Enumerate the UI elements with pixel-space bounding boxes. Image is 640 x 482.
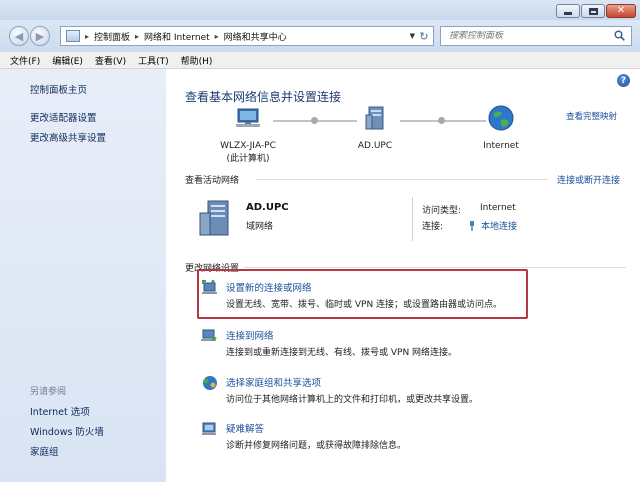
- breadcrumb-separator[interactable]: ▸: [135, 32, 139, 41]
- menu-view[interactable]: 查看(V): [95, 54, 126, 67]
- network-connection-icon: [470, 220, 474, 231]
- section-divider: [256, 179, 548, 180]
- active-networks-heading: 查看活动网络: [185, 176, 240, 186]
- change-advanced-sharing-link[interactable]: 更改高级共享设置: [30, 130, 106, 144]
- connect-network-desc: 连接到或重新连接到无线、有线、拨号或 VPN 网络连接。: [226, 348, 458, 358]
- forward-button[interactable]: ▶: [30, 26, 50, 46]
- map-node-network[interactable]: AD.UPC: [330, 103, 420, 151]
- control-panel-icon: [66, 30, 80, 42]
- section-divider: [244, 267, 626, 268]
- access-type-value: Internet: [480, 203, 516, 213]
- internet-label: Internet: [483, 141, 519, 151]
- control-panel-home-link[interactable]: 控制面板主页: [30, 82, 87, 96]
- title-bar: ✕: [0, 0, 640, 20]
- left-pane: 控制面板主页 更改适配器设置 更改高级共享设置 另请参阅 Internet 选项…: [0, 69, 166, 482]
- refresh-button[interactable]: ↻: [414, 26, 434, 46]
- active-network-name: AD.UPC: [246, 202, 289, 213]
- domain-network-icon: [199, 200, 229, 236]
- menu-edit[interactable]: 编辑(E): [52, 54, 83, 67]
- breadcrumb-control-panel[interactable]: 控制面板: [94, 30, 130, 43]
- troubleshoot-icon: [202, 422, 216, 435]
- highlight-annotation-box: [197, 269, 528, 319]
- troubleshoot-link[interactable]: 疑难解答: [226, 421, 264, 435]
- computer-icon: [236, 108, 260, 127]
- address-bar[interactable]: ▸ 控制面板 ▸ 网络和 Internet ▸ 网络和共享中心 ▼: [60, 26, 434, 46]
- maximize-icon: [588, 7, 598, 15]
- network-name: AD.UPC: [357, 141, 393, 151]
- connection-dot: [311, 117, 318, 124]
- local-connection-label: 本地连接: [481, 222, 518, 232]
- close-button[interactable]: ✕: [606, 4, 636, 18]
- connect-network-link[interactable]: 连接到网络: [226, 328, 274, 342]
- see-also-heading: 另请参阅: [30, 387, 67, 397]
- troubleshoot-desc: 诊断并修复网络问题，或获得故障排除信息。: [226, 441, 407, 451]
- breadcrumb-separator[interactable]: ▸: [215, 32, 219, 41]
- internet-options-link[interactable]: Internet 选项: [30, 404, 90, 418]
- close-icon: ✕: [616, 5, 626, 16]
- connect-network-icon: [201, 329, 217, 341]
- menu-tools[interactable]: 工具(T): [138, 54, 169, 67]
- computer-name: WLZX-JIA-PC: [220, 141, 276, 151]
- homegroup-icon: [203, 376, 217, 390]
- access-type-label: 访问类型:: [422, 206, 462, 216]
- back-button[interactable]: ◀: [9, 26, 29, 46]
- search-input[interactable]: [449, 31, 609, 41]
- connection-dot: [438, 117, 445, 124]
- refresh-icon: ↻: [419, 29, 429, 43]
- minimize-icon: [564, 11, 572, 15]
- search-icon[interactable]: [614, 30, 625, 41]
- back-arrow-icon: ◀: [14, 29, 24, 43]
- menu-file[interactable]: 文件(F): [10, 54, 40, 67]
- search-box[interactable]: [440, 26, 632, 46]
- view-full-map-link[interactable]: 查看完整映射: [566, 110, 617, 122]
- computer-sub: (此计算机): [226, 154, 270, 164]
- homegroup-sharing-link[interactable]: 选择家庭组和共享选项: [226, 375, 321, 389]
- connect-disconnect-link[interactable]: 连接或断开连接: [557, 173, 620, 186]
- main-pane: ? 查看基本网络信息并设置连接 查看完整映射 WLZX-JIA-PC (此计算机…: [166, 69, 640, 482]
- local-connection-link[interactable]: 本地连接: [468, 219, 517, 232]
- connections-label: 连接:: [422, 222, 444, 232]
- navigation-bar: ◀ ▶ ▸ 控制面板 ▸ 网络和 Internet ▸ 网络和共享中心 ▼ ↻: [0, 20, 640, 52]
- info-divider: [412, 197, 413, 241]
- maximize-button[interactable]: [581, 4, 605, 18]
- map-node-internet[interactable]: Internet: [456, 103, 546, 151]
- globe-icon: [488, 105, 514, 131]
- domain-network-icon: [365, 106, 384, 130]
- breadcrumb-network-sharing-center[interactable]: 网络和共享中心: [224, 30, 287, 43]
- help-icon[interactable]: ?: [617, 74, 630, 87]
- menu-bar: 文件(F) 编辑(E) 查看(V) 工具(T) 帮助(H): [0, 52, 640, 69]
- windows-firewall-link[interactable]: Windows 防火墙: [30, 424, 104, 438]
- forward-arrow-icon: ▶: [35, 29, 45, 43]
- active-network-type[interactable]: 域网络: [246, 219, 273, 232]
- minimize-button[interactable]: [556, 4, 580, 18]
- breadcrumb-network-internet[interactable]: 网络和 Internet: [144, 30, 210, 43]
- homegroup-sharing-desc: 访问位于其他网络计算机上的文件和打印机，或更改共享设置。: [226, 395, 479, 405]
- homegroup-link[interactable]: 家庭组: [30, 444, 59, 458]
- breadcrumb-separator[interactable]: ▸: [85, 32, 89, 41]
- menu-help[interactable]: 帮助(H): [181, 54, 213, 67]
- change-adapter-settings-link[interactable]: 更改适配器设置: [30, 110, 97, 124]
- map-node-computer: WLZX-JIA-PC (此计算机): [203, 103, 293, 164]
